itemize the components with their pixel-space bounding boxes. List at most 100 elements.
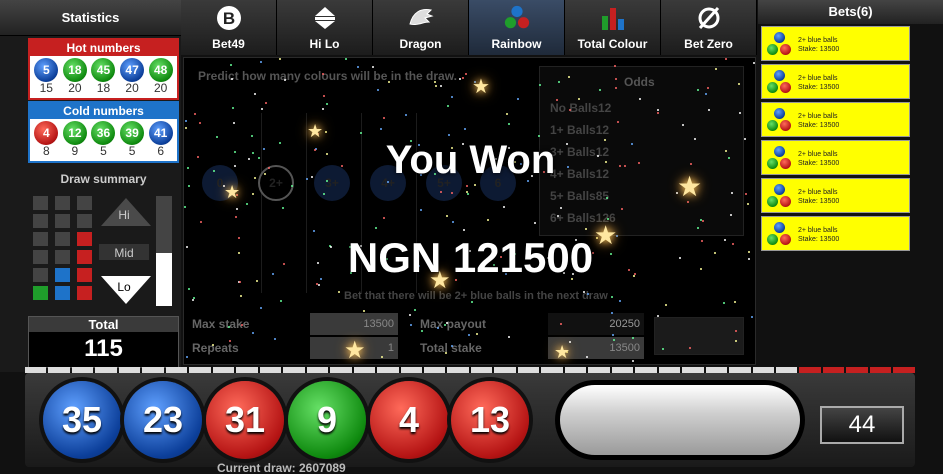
hi-lo-arrows-icon (311, 4, 339, 32)
bets-title: Bets(6) (758, 0, 943, 24)
sparkle (318, 284, 320, 286)
number-ball: 41 (148, 121, 173, 145)
summary-cell (33, 250, 48, 264)
number-count: 5 (100, 144, 107, 158)
place-bet-button[interactable] (654, 317, 744, 355)
sparkle (730, 214, 732, 216)
sparkle (734, 301, 736, 303)
green-ball-icon (767, 82, 778, 93)
sparkle (560, 207, 562, 209)
tab-hi-lo[interactable]: Hi Lo (277, 0, 373, 55)
sparkle (697, 227, 699, 229)
number-count: 20 (125, 81, 139, 95)
sparkle (557, 215, 559, 217)
sparkle (345, 58, 347, 60)
sparkle (560, 323, 562, 325)
tab-bet49[interactable]: B Bet49 (181, 0, 277, 55)
sparkle (388, 81, 390, 83)
sparkle (437, 327, 439, 329)
bet-slip[interactable]: 2+ blue balls Stake: 13500 (761, 140, 910, 175)
sparkle (738, 83, 740, 85)
tab-dragon[interactable]: Dragon (373, 0, 469, 55)
sparkle (440, 85, 442, 87)
bet-slip[interactable]: 2+ blue balls Stake: 13500 (761, 216, 910, 251)
bet-slip[interactable]: 2+ blue balls Stake: 13500 (761, 102, 910, 137)
number-stat: 5 15 (33, 58, 59, 95)
total-stake-label: Total stake (420, 341, 482, 355)
sparkle (735, 340, 737, 342)
number-count: 8 (42, 144, 50, 158)
sparkle (280, 300, 282, 302)
sparkle (228, 326, 230, 328)
bet-slip[interactable]: 2+ blue balls Stake: 13500 (761, 178, 910, 213)
sparkle (534, 222, 536, 224)
hot-numbers-title: Hot numbers (30, 40, 177, 56)
bet-selection: 2+ blue balls (798, 113, 838, 120)
sparkle (291, 185, 293, 187)
sparkle (619, 300, 621, 302)
tab-label: Bet Zero (684, 37, 733, 51)
sparkle (232, 107, 234, 109)
dragon-icon (407, 4, 435, 32)
rainbow-balls-icon (766, 183, 794, 211)
rainbow-balls-icon (503, 4, 531, 32)
sparkle (357, 66, 359, 68)
sparkle (539, 84, 541, 86)
max-stake-field[interactable]: 13500 (310, 313, 398, 335)
bets-panel: Bets(6) 2+ blue balls Stake: 13500 2+ blue… (758, 0, 943, 372)
sparkle (613, 339, 615, 341)
number-count: 18 (96, 81, 111, 95)
sparkle (313, 230, 315, 232)
sparkle (614, 65, 616, 67)
max-payout-value: 20250 (548, 313, 644, 335)
sparkle (414, 309, 416, 311)
red-ball-icon (780, 158, 791, 169)
ball-tube (555, 380, 805, 460)
tab-rainbow[interactable]: Rainbow (469, 0, 565, 55)
summary-cell (77, 232, 92, 246)
sparkle (326, 103, 328, 105)
sparkle (705, 93, 707, 95)
sparkle (447, 105, 449, 107)
bet-selection: 2+ blue balls (798, 151, 838, 158)
sparkle (463, 229, 465, 231)
total-title: Total (29, 317, 178, 332)
sparkle (697, 89, 699, 91)
sparkle (466, 185, 468, 187)
sparkle (615, 87, 617, 89)
summary-cell (55, 196, 70, 210)
tab-total-colour[interactable]: Total Colour (565, 0, 661, 55)
rainbow-balls-icon (766, 31, 794, 59)
bet-slip[interactable]: 2+ blue balls Stake: 13500 (761, 64, 910, 99)
sparkle (707, 87, 709, 89)
sparkle (464, 128, 466, 130)
sparkle (231, 78, 233, 80)
sparkle (229, 340, 231, 342)
sparkle (410, 324, 412, 326)
sparkle (235, 216, 237, 218)
odds-row: 1+ Balls12 (550, 123, 610, 137)
sparkle (715, 68, 717, 70)
sparkle (186, 356, 188, 358)
tab-label: Bet49 (212, 37, 245, 51)
summary-cell (55, 268, 70, 282)
sparkle (556, 99, 558, 101)
sparkle (583, 291, 585, 293)
summary-cell (33, 196, 48, 210)
bet-slip[interactable]: 2+ blue balls Stake: 13500 (761, 26, 910, 61)
sparkle (682, 124, 684, 126)
sparkle (465, 73, 467, 75)
sparkle (377, 89, 379, 91)
sparkle (723, 302, 725, 304)
bet-description: Bet that there will be 2+ blue balls in … (344, 290, 608, 302)
sparkle (751, 316, 753, 318)
bet-selection: 2+ blue balls (798, 75, 838, 82)
statistics-button[interactable]: Statistics (0, 0, 181, 36)
hi-lo-level-bar (156, 196, 172, 306)
tab-bet-zero[interactable]: Bet Zero (661, 0, 757, 55)
sparkle (199, 122, 201, 124)
sparkle (421, 330, 423, 332)
sparkle (708, 109, 710, 111)
sparkle (381, 356, 383, 358)
sparkle (747, 203, 749, 205)
